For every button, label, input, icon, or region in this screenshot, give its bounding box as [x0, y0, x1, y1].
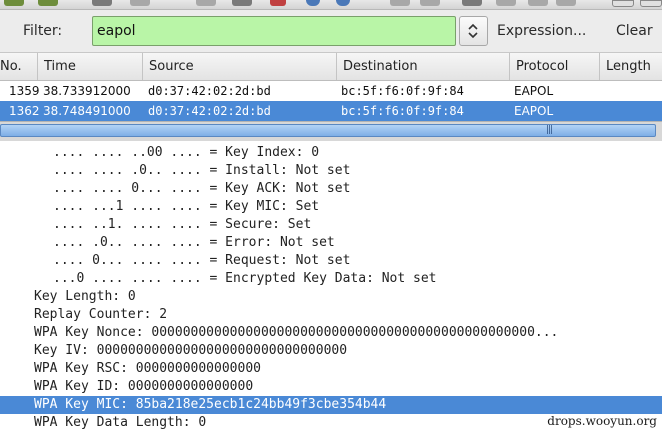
column-header-no[interactable]: No.: [0, 53, 38, 80]
grip-icon: |||: [546, 125, 553, 135]
packet-no: 1362: [9, 104, 40, 118]
autoscroll-icon[interactable]: [640, 0, 662, 7]
column-header-protocol[interactable]: Protocol: [510, 53, 600, 80]
restart-capture-icon[interactable]: [306, 0, 320, 6]
display-filter-bar: Filter: eapol Expression... Clear: [0, 10, 662, 53]
detail-line[interactable]: .... ...1 .... .... = Key MIC: Set: [0, 198, 662, 216]
save-icon[interactable]: [92, 0, 112, 6]
reload-icon[interactable]: [196, 0, 216, 6]
filter-input[interactable]: eapol: [92, 16, 456, 46]
column-header-time[interactable]: Time: [38, 53, 143, 80]
filter-input-value: eapol: [97, 23, 136, 39]
packet-time: 38.748491000: [43, 104, 131, 118]
detail-line[interactable]: .... .... 0... .... = Key ACK: Not set: [0, 180, 662, 198]
packet-time: 38.733912000: [43, 84, 131, 98]
open-recent-icon[interactable]: [38, 0, 58, 6]
detail-line[interactable]: .... .... ..00 .... = Key Index: 0: [0, 144, 662, 162]
detail-line[interactable]: .... .0.. .... .... = Error: Not set: [0, 234, 662, 252]
column-header-length[interactable]: Length: [600, 53, 662, 80]
scrollbar-thumb[interactable]: |||: [0, 124, 656, 137]
packet-protocol: EAPOL: [514, 104, 554, 118]
detail-line[interactable]: ...0 .... .... .... = Encrypted Key Data…: [0, 270, 662, 288]
packet-destination: bc:5f:f6:0f:9f:84: [341, 104, 464, 118]
go-forward-icon[interactable]: [462, 0, 482, 6]
column-header-destination[interactable]: Destination: [337, 53, 510, 80]
detail-line[interactable]: .... ..1. .... .... = Secure: Set: [0, 216, 662, 234]
main-toolbar: [0, 0, 662, 10]
colorize-icon[interactable]: [612, 0, 634, 7]
detail-line[interactable]: WPA Key RSC: 0000000000000000: [0, 360, 662, 378]
stop-capture-icon[interactable]: [270, 0, 286, 6]
watermark: drops.wooyun.org: [545, 414, 659, 428]
print-icon[interactable]: [232, 0, 252, 6]
last-packet-icon[interactable]: [556, 0, 576, 6]
column-header-source[interactable]: Source: [143, 53, 337, 80]
packet-source: d0:37:42:02:2d:bd: [148, 104, 271, 118]
packet-destination: bc:5f:f6:0f:9f:84: [341, 84, 464, 98]
chevron-up-down-icon: [468, 23, 478, 39]
packet-protocol: EAPOL: [514, 84, 554, 98]
open-file-icon[interactable]: [4, 0, 24, 6]
detail-line[interactable]: Replay Counter: 2: [0, 306, 662, 324]
expression-button[interactable]: Expression...: [497, 23, 586, 39]
detail-line[interactable]: Key IV: 00000000000000000000000000000000: [0, 342, 662, 360]
clear-filter-button[interactable]: Clear: [616, 23, 653, 39]
find-packet-icon[interactable]: [390, 0, 410, 6]
filter-history-dropdown[interactable]: [459, 16, 488, 46]
packet-list-header: No. Time Source Destination Protocol Len…: [0, 53, 662, 81]
detail-line[interactable]: WPA Key Nonce: 0000000000000000000000000…: [0, 324, 662, 342]
packet-no: 1359: [9, 84, 40, 98]
packet-row[interactable]: 1359 38.733912000 d0:37:42:02:2d:bd bc:5…: [0, 81, 662, 101]
packet-row-selected[interactable]: 1362 38.748491000 d0:37:42:02:2d:bd bc:5…: [0, 101, 662, 121]
detail-line[interactable]: .... .... .0.. .... = Install: Not set: [0, 162, 662, 180]
detail-line[interactable]: .... 0... .... .... = Request: Not set: [0, 252, 662, 270]
filter-label: Filter:: [23, 23, 63, 39]
detail-line[interactable]: WPA Key ID: 0000000000000000: [0, 378, 662, 396]
capture-options-icon[interactable]: [336, 0, 350, 6]
detail-line-selected[interactable]: WPA Key MIC: 85ba218e25ecb1c24bb49f3cbe3…: [0, 396, 662, 414]
close-file-icon[interactable]: [130, 0, 150, 6]
packet-source: d0:37:42:02:2d:bd: [148, 84, 271, 98]
go-back-icon[interactable]: [420, 0, 440, 6]
packet-list-hscrollbar[interactable]: |||: [0, 121, 662, 142]
go-to-packet-icon[interactable]: [496, 0, 516, 6]
packet-details-pane: .... .... ..00 .... = Key Index: 0 .... …: [0, 141, 662, 433]
detail-line[interactable]: Key Length: 0: [0, 288, 662, 306]
first-packet-icon[interactable]: [528, 0, 548, 6]
